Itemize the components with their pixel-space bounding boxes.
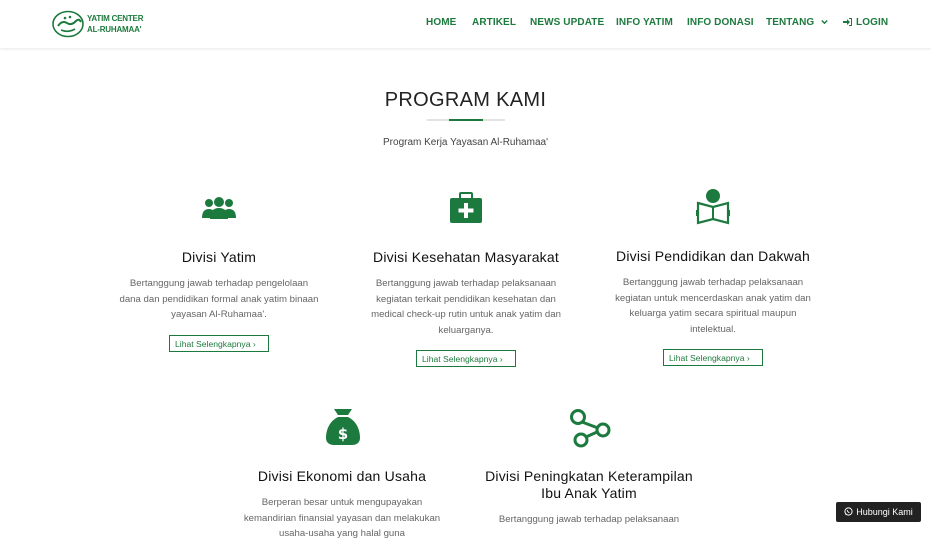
program-2-more-button[interactable]: Lihat Selengkapnya ›	[416, 350, 516, 367]
program-desc-3: Bertanggung jawab terhadap pelaksanaan k…	[615, 277, 811, 335]
nav-info-yatim[interactable]: INFO YATIM	[616, 17, 673, 28]
nav-info-donasi[interactable]: INFO DONASI	[687, 17, 754, 28]
navbar: YATIM CENTER AL-RUHAMAA' HOME ARTIKEL NE…	[0, 0, 931, 48]
svg-text:$: $	[338, 425, 348, 443]
program-title-2: Divisi Kesehatan Masyarakat	[373, 249, 559, 265]
brand-line-1: YATIM CENTER	[87, 14, 144, 23]
program-title-1: Divisi Yatim	[181, 249, 257, 265]
program-title-3: Divisi Pendidikan dan Dakwah	[616, 248, 810, 264]
nav-tentang[interactable]: TENTANG	[766, 17, 828, 28]
share-nodes-icon	[570, 409, 611, 448]
program-3-more-button[interactable]: Lihat Selengkapnya ›	[663, 349, 763, 366]
logo-emblem-icon	[52, 10, 84, 38]
section-title: PROGRAM KAMI	[384, 89, 547, 111]
nav-home[interactable]: HOME	[426, 17, 456, 28]
nav-artikel[interactable]: ARTIKEL	[472, 17, 516, 28]
program-desc-4: Berperan besar untuk mengupayakan kemand…	[243, 497, 441, 539]
program-title-4: Divisi Ekonomi dan Usaha	[257, 468, 427, 484]
program-desc-5: Bertanggung jawab terhadap pelaksanaan	[498, 514, 680, 525]
contact-chat-button[interactable]: Hubungi Kami	[836, 502, 921, 522]
program-desc-2: Bertanggung jawab terhadap pelaksanaan k…	[371, 278, 561, 336]
medical-kit-icon	[450, 192, 482, 223]
nav-news-update[interactable]: NEWS UPDATE	[530, 17, 604, 28]
sign-in-icon	[843, 18, 852, 26]
chevron-down-icon	[821, 20, 828, 25]
nav-tentang-label: TENTANG	[766, 17, 815, 28]
title-divider	[427, 119, 505, 121]
nav-login-label: LOGIN	[856, 17, 889, 28]
program-desc-1: Bertanggung jawab terhadap pengelolaan d…	[119, 278, 319, 320]
money-bag-icon: $	[326, 409, 360, 445]
whatsapp-icon	[844, 507, 853, 516]
brand-line-2: AL-RUHAMAA'	[87, 25, 142, 34]
reading-book-icon	[696, 189, 730, 225]
program-1-more-button[interactable]: Lihat Selengkapnya ›	[169, 335, 269, 352]
chat-label: Hubungi Kami	[856, 507, 913, 517]
nav-login[interactable]: LOGIN	[843, 17, 888, 28]
section-subtitle: Program Kerja Yayasan Al-Ruhamaa'	[383, 137, 548, 148]
users-icon	[202, 197, 236, 219]
brand-logo[interactable]: YATIM CENTER AL-RUHAMAA'	[52, 10, 143, 38]
program-title-5: Divisi Peningkatan Keterampilan Ibu Anak…	[485, 468, 693, 501]
